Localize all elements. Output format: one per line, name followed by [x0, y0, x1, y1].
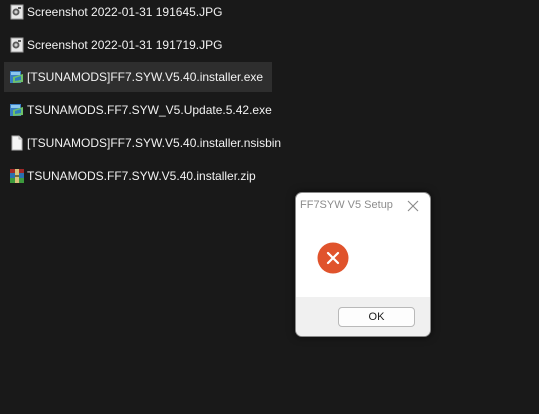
close-button[interactable]: [400, 195, 426, 217]
file-row-zip[interactable]: TSUNAMODS.FF7.SYW.V5.40.installer.zip: [4, 161, 272, 191]
close-icon: [407, 200, 419, 212]
dialog-titlebar[interactable]: FF7SYW V5 Setup: [296, 193, 430, 219]
dialog-footer: OK: [296, 297, 430, 336]
file-name: [TSUNAMODS]FF7.SYW.V5.40.installer.exe: [27, 70, 264, 84]
ok-button[interactable]: OK: [338, 307, 415, 327]
jpg-image-icon: [9, 4, 25, 20]
installer-exe-icon: [9, 102, 25, 118]
file-row-update-exe[interactable]: TSUNAMODS.FF7.SYW_V5.Update.5.42.exe: [4, 95, 272, 125]
file-name: Screenshot 2022-01-31 191645.JPG: [27, 5, 223, 19]
generic-file-icon: [9, 135, 25, 151]
file-row-installer-exe[interactable]: [TSUNAMODS]FF7.SYW.V5.40.installer.exe: [4, 62, 272, 92]
file-row-nsisbin[interactable]: [TSUNAMODS]FF7.SYW.V5.40.installer.nsisb…: [4, 128, 281, 158]
file-name: Screenshot 2022-01-31 191719.JPG: [27, 38, 223, 52]
file-name: TSUNAMODS.FF7.SYW_V5.Update.5.42.exe: [27, 103, 272, 117]
error-icon: [317, 242, 349, 274]
dialog-body: [296, 219, 430, 297]
file-row-screenshot-191645[interactable]: Screenshot 2022-01-31 191645.JPG: [4, 0, 272, 27]
installer-exe-icon: [9, 69, 25, 85]
dialog-title: FF7SYW V5 Setup: [300, 199, 393, 211]
setup-error-dialog: FF7SYW V5 Setup OK: [295, 192, 431, 337]
winrar-archive-icon: [9, 168, 25, 184]
file-row-screenshot-191719[interactable]: Screenshot 2022-01-31 191719.JPG: [4, 30, 272, 60]
file-name: TSUNAMODS.FF7.SYW.V5.40.installer.zip: [27, 169, 256, 183]
jpg-image-icon: [9, 37, 25, 53]
file-name: [TSUNAMODS]FF7.SYW.V5.40.installer.nsisb…: [27, 136, 282, 150]
